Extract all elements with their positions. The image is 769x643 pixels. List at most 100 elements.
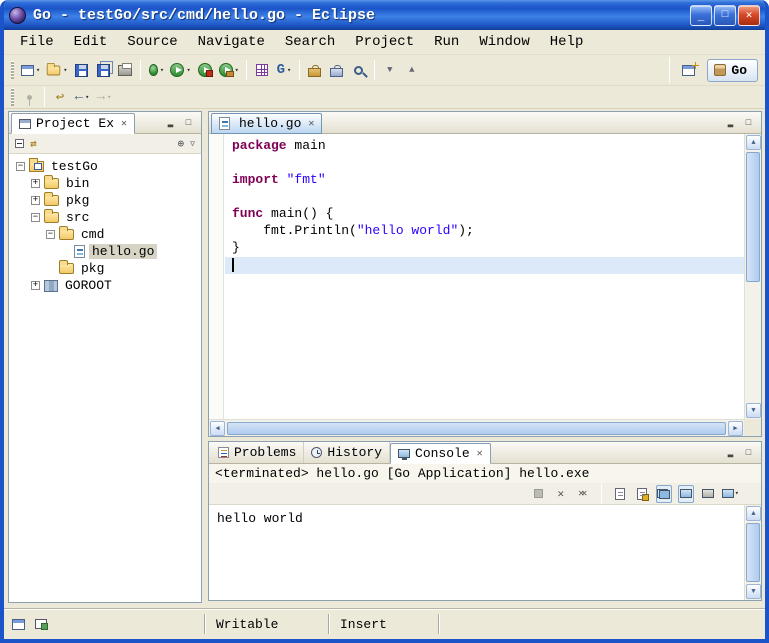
code-line[interactable]: fmt.Println("hello world"); <box>232 223 744 240</box>
scrollbar-thumb[interactable] <box>746 523 760 582</box>
menu-edit[interactable]: Edit <box>64 32 118 52</box>
tree-item-pkg[interactable]: +pkg <box>9 192 201 209</box>
code-line[interactable]: import "fmt" <box>232 172 744 189</box>
menu-file[interactable]: File <box>10 32 64 52</box>
dropdown-icon[interactable]: ▾ <box>107 93 111 102</box>
view-menu-button[interactable]: ▽ <box>190 139 195 149</box>
tree-expander-icon[interactable]: − <box>31 213 40 222</box>
last-edit-location-button[interactable]: ↩ <box>49 87 71 107</box>
tab-console[interactable]: Console✕ <box>390 443 491 464</box>
tab-history[interactable]: History <box>304 442 390 463</box>
menu-navigate[interactable]: Navigate <box>188 32 275 52</box>
link-with-editor-button[interactable]: ⇄ <box>30 137 37 151</box>
save-button[interactable] <box>70 58 92 82</box>
dropdown-icon[interactable]: ▾ <box>287 66 291 75</box>
scrollbar-thumb[interactable] <box>227 422 726 435</box>
pin-console-button[interactable] <box>678 485 694 503</box>
dropdown-icon[interactable]: ▾ <box>160 66 164 75</box>
title-bar[interactable]: Go - testGo/src/cmd/hello.go - Eclipse _… <box>4 0 765 30</box>
tree-expander-icon[interactable]: + <box>31 179 40 188</box>
tree-item-goroot[interactable]: +GOROOT <box>9 277 201 294</box>
minimize-button[interactable]: _ <box>690 5 712 26</box>
menu-project[interactable]: Project <box>345 32 424 52</box>
tree-expander-icon[interactable]: − <box>16 162 25 171</box>
open-type-button[interactable] <box>326 58 348 82</box>
close-tab-icon[interactable]: ✕ <box>308 118 314 130</box>
tab-problems[interactable]: Problems <box>211 442 304 463</box>
external-tools-button[interactable]: ▾ <box>216 58 242 82</box>
pin-editor-button[interactable] <box>18 87 40 107</box>
print-button[interactable] <box>114 58 136 82</box>
minimize-view-button[interactable]: ▂ <box>723 446 738 459</box>
code-line[interactable]: package main <box>232 138 744 155</box>
console-vertical-scrollbar[interactable]: ▲ ▼ <box>744 505 761 600</box>
focus-button[interactable]: ⊕ <box>178 137 185 151</box>
close-tab-icon[interactable]: ✕ <box>121 118 127 130</box>
dropdown-icon[interactable]: ▾ <box>186 66 190 75</box>
code-line[interactable]: } <box>232 240 744 257</box>
search-button[interactable] <box>348 58 370 82</box>
tab-project-explorer[interactable]: Project Ex ✕ <box>11 113 135 134</box>
forward-button[interactable]: →▾ <box>93 87 115 107</box>
terminate-button[interactable] <box>531 485 547 503</box>
show-stdout-button[interactable] <box>656 485 672 503</box>
editor-vertical-scrollbar[interactable]: ▲ ▼ <box>744 134 761 419</box>
remove-all-launches-button[interactable]: ✕✕ <box>575 485 591 503</box>
display-console-button[interactable] <box>700 485 716 503</box>
open-perspective-button[interactable] <box>679 58 702 82</box>
code-line[interactable] <box>225 257 744 274</box>
toolbar-grip[interactable] <box>11 88 14 106</box>
back-button[interactable]: ←▾ <box>71 87 93 107</box>
editor-horizontal-scrollbar[interactable]: ◀ ▶ <box>209 419 744 436</box>
tree-item-cmd[interactable]: −cmd <box>9 226 201 243</box>
tree-item-testgo[interactable]: −testGo <box>9 158 201 175</box>
scrollbar-thumb[interactable] <box>746 152 760 282</box>
maximize-view-button[interactable]: □ <box>741 446 756 459</box>
code-area[interactable]: package main import "fmt" func main() { fm… <box>225 134 744 419</box>
menu-window[interactable]: Window <box>469 32 539 52</box>
code-line[interactable] <box>232 155 744 172</box>
dropdown-icon[interactable]: ▾ <box>85 93 89 102</box>
menu-help[interactable]: Help <box>540 32 594 52</box>
maximize-view-button[interactable]: □ <box>181 116 196 129</box>
clear-console-button[interactable] <box>612 485 628 503</box>
maximize-view-button[interactable]: □ <box>741 116 756 129</box>
remove-launch-button[interactable]: ✕ <box>553 485 569 503</box>
code-line[interactable]: func main() { <box>232 206 744 223</box>
debug-button[interactable]: ▾ <box>145 58 167 82</box>
previous-annotation-button[interactable]: ▲ <box>401 58 423 82</box>
next-annotation-button[interactable]: ▼ <box>379 58 401 82</box>
code-line[interactable] <box>232 189 744 206</box>
profile-button[interactable] <box>194 58 216 82</box>
menu-search[interactable]: Search <box>275 32 345 52</box>
close-button[interactable]: ✕ <box>738 5 760 26</box>
close-tab-icon[interactable]: ✕ <box>477 448 483 460</box>
tree-item-hello-go[interactable]: hello.go <box>9 243 201 260</box>
collapse-all-button[interactable] <box>15 139 24 148</box>
annotation-ruler[interactable] <box>209 134 224 419</box>
scroll-up-button[interactable]: ▲ <box>746 135 761 150</box>
tree-item-pkg[interactable]: pkg <box>9 260 201 277</box>
tab-hello-go[interactable]: hello.go ✕ <box>211 113 322 134</box>
tree-expander-icon[interactable]: + <box>31 281 40 290</box>
scroll-down-button[interactable]: ▼ <box>746 584 761 599</box>
new-go-app-button[interactable] <box>251 58 273 82</box>
open-resource-button[interactable] <box>304 58 326 82</box>
maximize-button[interactable]: □ <box>714 5 736 26</box>
scroll-up-button[interactable]: ▲ <box>746 506 761 521</box>
dropdown-icon[interactable]: ▾ <box>63 66 67 75</box>
tree-item-bin[interactable]: +bin <box>9 175 201 192</box>
dropdown-icon[interactable]: ▾ <box>36 66 40 75</box>
scroll-lock-button[interactable] <box>634 485 650 503</box>
go-tools-button[interactable]: G▾ <box>273 58 295 82</box>
launch-status-icon[interactable] <box>35 619 47 629</box>
go-perspective-button[interactable]: Go <box>707 59 758 82</box>
save-all-button[interactable] <box>92 58 114 82</box>
tree-expander-icon[interactable]: + <box>31 196 40 205</box>
run-button[interactable]: ▾ <box>167 58 193 82</box>
scroll-down-button[interactable]: ▼ <box>746 403 761 418</box>
new-wizard-button[interactable]: ▾ <box>18 58 43 82</box>
tree-item-src[interactable]: −src <box>9 209 201 226</box>
menu-run[interactable]: Run <box>424 32 469 52</box>
dropdown-icon[interactable]: ▾ <box>735 489 739 498</box>
